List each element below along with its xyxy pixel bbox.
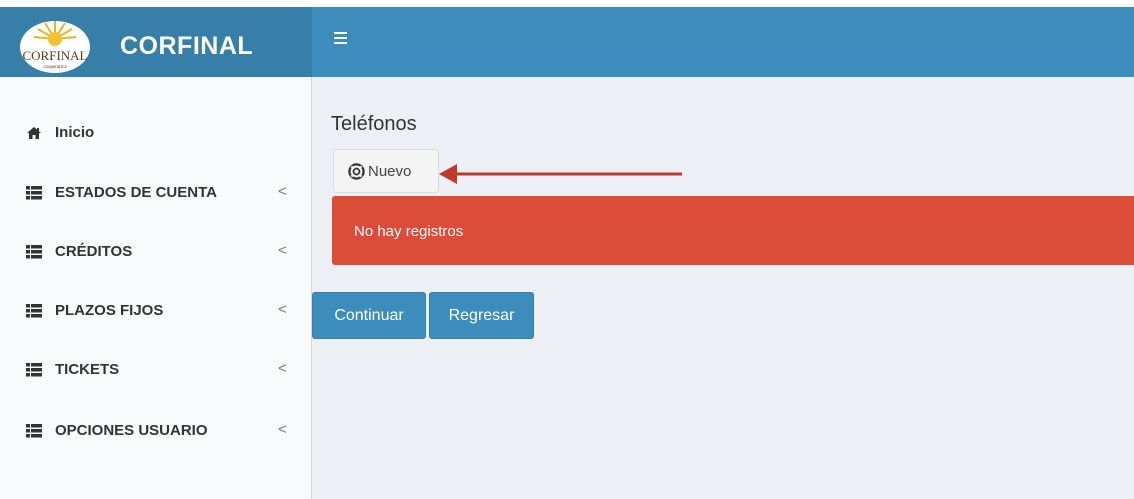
annotation-arrow-icon xyxy=(439,164,682,184)
new-button[interactable]: Nuevo xyxy=(333,149,439,193)
svg-text:cooperativa: cooperativa xyxy=(43,65,67,70)
chevron-left-icon: < xyxy=(278,360,287,377)
main-header: CORFINAL cooperativa CORFINAL xyxy=(0,0,1134,77)
top-strip xyxy=(0,0,1134,7)
new-button-label: Nuevo xyxy=(368,162,412,180)
content-wrapper: Teléfonos Nuevo No hay registros Continu… xyxy=(312,77,1134,499)
chevron-left-icon: < xyxy=(278,183,287,200)
brand-name[interactable]: CORFINAL xyxy=(120,32,253,61)
sidebar-item-opciones-usuario[interactable]: OPCIONES USUARIO < xyxy=(0,411,311,451)
life-ring-icon xyxy=(348,162,365,180)
sidebar-item-label: Inicio xyxy=(55,124,95,141)
chevron-left-icon: < xyxy=(278,301,287,318)
list-icon xyxy=(26,424,42,438)
list-icon xyxy=(26,186,42,200)
sidebar: Inicio ESTADOS DE CUENTA < CRÉDITOS < PL… xyxy=(0,77,312,499)
top-navbar xyxy=(312,7,1134,77)
app-window: CORFINAL cooperativa CORFINAL Inicio EST… xyxy=(0,0,1134,499)
chevron-left-icon: < xyxy=(278,421,287,438)
sidebar-toggle-button[interactable] xyxy=(334,29,356,49)
sidebar-item-label: PLAZOS FIJOS xyxy=(55,302,164,319)
sidebar-item-label: TICKETS xyxy=(55,361,120,378)
list-icon xyxy=(26,245,42,259)
list-icon xyxy=(26,363,42,377)
list-icon xyxy=(26,304,42,318)
hamburger-line xyxy=(334,32,347,34)
no-records-alert: No hay registros xyxy=(332,196,1134,265)
hamburger-line xyxy=(334,37,347,39)
page-title: Teléfonos xyxy=(331,113,417,135)
sidebar-item-estados-de-cuenta[interactable]: ESTADOS DE CUENTA < xyxy=(0,173,311,213)
chevron-left-icon: < xyxy=(278,242,287,259)
sidebar-item-plazos-fijos[interactable]: PLAZOS FIJOS < xyxy=(0,291,311,331)
sidebar-item-inicio[interactable]: Inicio xyxy=(0,113,311,153)
logo-area[interactable]: CORFINAL cooperativa CORFINAL xyxy=(0,7,312,77)
sidebar-item-label: CRÉDITOS xyxy=(55,243,133,260)
corfinal-logo: CORFINAL cooperativa xyxy=(20,21,90,73)
hamburger-line xyxy=(334,42,347,44)
home-icon xyxy=(27,127,41,139)
svg-text:CORFINAL: CORFINAL xyxy=(22,48,87,63)
alert-message: No hay registros xyxy=(354,223,464,240)
sidebar-item-label: OPCIONES USUARIO xyxy=(55,422,208,439)
sidebar-item-tickets[interactable]: TICKETS < xyxy=(0,350,311,390)
sidebar-item-label: ESTADOS DE CUENTA xyxy=(55,184,217,201)
sidebar-item-creditos[interactable]: CRÉDITOS < xyxy=(0,232,311,272)
continue-button[interactable]: Continuar xyxy=(312,292,426,339)
back-button[interactable]: Regresar xyxy=(429,292,534,339)
